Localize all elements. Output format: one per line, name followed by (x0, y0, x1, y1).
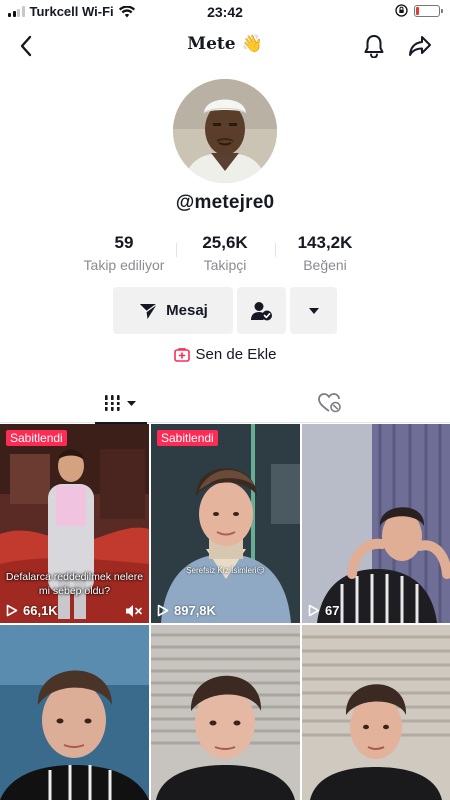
stat-likes[interactable]: 143,2K Beğeni (265, 233, 385, 273)
video-thumbnail-image (151, 424, 300, 623)
stat-label: Beğeni (303, 257, 347, 273)
videos-grid-icon (103, 395, 136, 411)
battery-icon (414, 4, 443, 17)
play-icon (308, 604, 320, 617)
view-count: 66,1K (6, 603, 58, 618)
play-icon (6, 604, 18, 617)
user-check-icon (250, 301, 272, 320)
muted-icon (126, 605, 142, 617)
message-label: Mesaj (166, 302, 208, 319)
video-thumbnail[interactable]: 67 (302, 424, 450, 623)
stat-value: 143,2K (297, 233, 353, 252)
send-icon (138, 303, 158, 319)
clock: 23:42 (207, 4, 243, 20)
liked-heart-icon (318, 393, 341, 413)
bell-icon (364, 35, 384, 58)
tab-liked[interactable] (312, 383, 348, 423)
add-yours-label: Sen de Ekle (195, 346, 277, 363)
status-bar: Turkcell Wi-Fi 23:42 (0, 0, 450, 24)
add-yours-icon (173, 347, 190, 362)
view-count-text: 67 (325, 603, 340, 618)
video-thumbnail[interactable] (151, 625, 300, 800)
view-count-text: 66,1K (23, 603, 58, 618)
orientation-lock-icon (395, 4, 408, 17)
avatar-image (173, 79, 277, 183)
status-right (395, 4, 443, 17)
avatar[interactable] (173, 79, 277, 183)
view-count: 67 (308, 603, 339, 618)
view-count-text: 897,8K (174, 603, 216, 618)
video-thumbnail[interactable]: Sabitlendi Defalarca reddedilmek nelere … (0, 424, 149, 623)
pinned-badge: Sabitlendi (157, 430, 218, 446)
video-thumbnail[interactable]: Sabitlendi Şerefsiz Kız İsimleri😏 897,8K (151, 424, 300, 623)
video-caption: Şerefsiz Kız İsimleri😏 (186, 566, 265, 575)
suggestions-dropdown-button[interactable] (290, 287, 337, 334)
share-icon (409, 36, 431, 56)
notifications-button[interactable] (360, 32, 388, 60)
video-thumbnail-image (0, 625, 149, 800)
video-thumbnail-image (302, 424, 450, 623)
profile-stats: 59 Takip ediliyor 25,6K Takipçi 143,2K B… (0, 233, 450, 277)
video-thumbnail-image (151, 625, 300, 800)
share-button[interactable] (406, 32, 434, 60)
play-icon (157, 604, 169, 617)
following-button[interactable] (237, 287, 286, 334)
video-thumbnail-image (302, 625, 450, 800)
view-count: 897,8K (157, 603, 216, 618)
username: @metejre0 (175, 192, 275, 213)
profile-tabs (0, 383, 450, 424)
pinned-badge: Sabitlendi (6, 430, 67, 446)
profile-actions: Mesaj (0, 287, 450, 335)
video-thumbnail[interactable] (0, 625, 149, 800)
caret-down-icon (308, 307, 319, 314)
video-caption: Defalarca reddedilmek nelere mi sebep ol… (5, 571, 144, 597)
add-yours-link[interactable]: Sen de Ekle (0, 346, 450, 363)
profile-header: Mete 👋 (0, 28, 450, 64)
video-thumbnail[interactable] (302, 625, 450, 800)
message-button[interactable]: Mesaj (113, 287, 233, 334)
tab-videos[interactable] (95, 383, 147, 424)
